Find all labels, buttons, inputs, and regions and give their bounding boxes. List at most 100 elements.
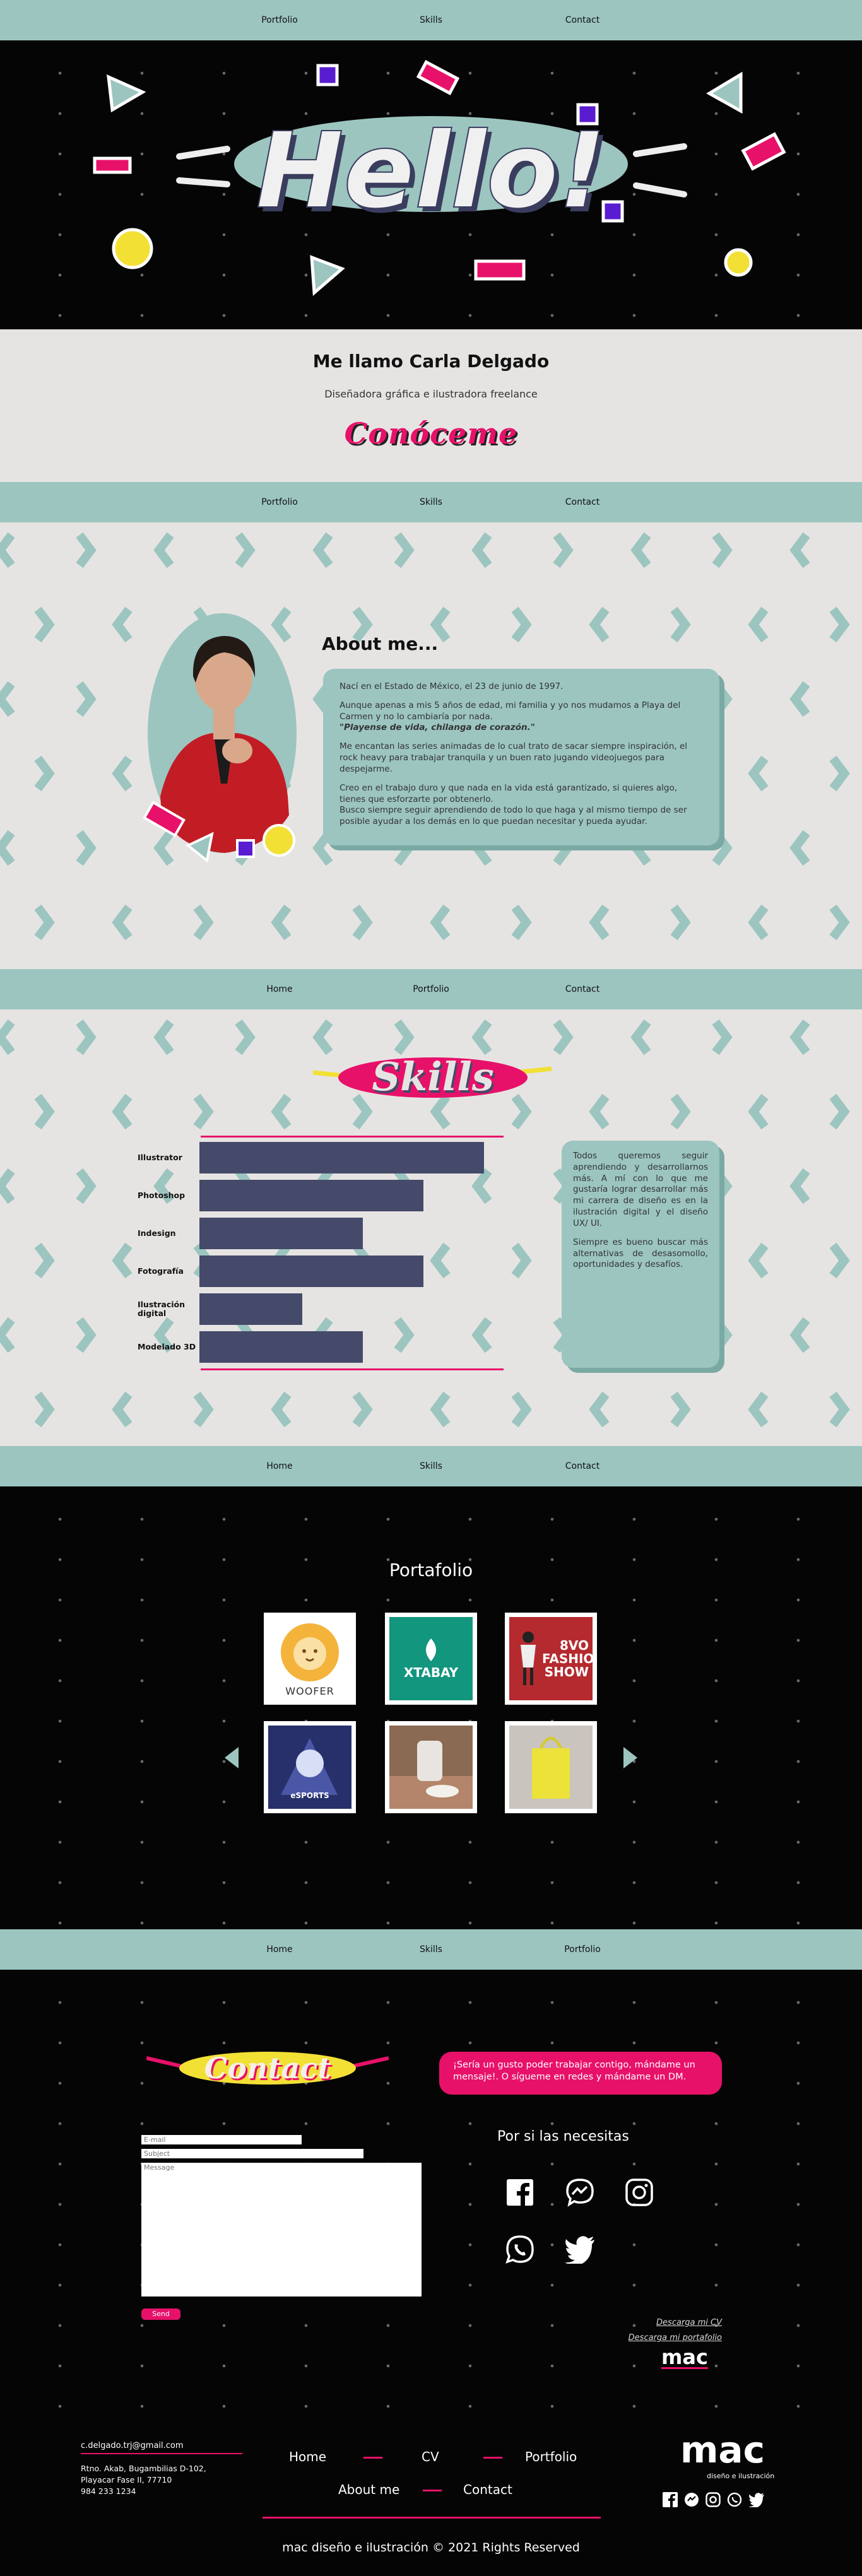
hero-headline-front: Hello! <box>256 110 606 232</box>
skills-nav: Home Portfolio Contact <box>0 969 862 1009</box>
nav-skills[interactable]: Skills <box>355 1461 507 1471</box>
download-cv-link[interactable]: Descarga mi CV <box>656 2318 722 2327</box>
subject-field[interactable] <box>141 2149 363 2158</box>
footer-logo: mac <box>680 2428 765 2471</box>
email-field[interactable] <box>141 2135 302 2144</box>
portfolio-item-xtabay[interactable]: XTABAY <box>385 1613 477 1705</box>
chevron-shape <box>34 606 55 643</box>
hero-section: Hello! Hello! <box>0 40 862 329</box>
chevron-shape <box>789 1019 810 1056</box>
portfolio-item-esports[interactable]: eSPORTS <box>264 1721 356 1813</box>
nav-home[interactable]: Home <box>204 1461 355 1471</box>
portfolio-nav: Home Skills Contact <box>0 1446 862 1486</box>
chevron-shape <box>430 1391 451 1428</box>
footer-link-contact[interactable]: Contact <box>463 2482 512 2497</box>
top-nav: Portfolio Skills Contact <box>0 0 862 40</box>
tote-bag-icon <box>532 1737 570 1799</box>
chevron-shape <box>712 532 733 568</box>
contact-message-bubble: ¡Sería un gusto poder trabajar contigo, … <box>439 2052 722 2095</box>
chevron-shape <box>789 1317 810 1353</box>
contact-logo: mac <box>661 2345 708 2369</box>
skills-banner: Skills Skills <box>313 1054 552 1102</box>
footer: c.delgado.trj@gmail.com Rtno. Akab, Buga… <box>0 2411 862 2576</box>
nav-portfolio[interactable]: Portfolio <box>355 984 507 994</box>
nav-home[interactable]: Home <box>204 1944 355 1955</box>
product-photo-icon <box>389 1741 473 1809</box>
skill-label: Illustrator <box>138 1152 182 1162</box>
facebook-icon[interactable] <box>663 2492 678 2507</box>
footer-email[interactable]: c.delgado.trj@gmail.com <box>81 2441 184 2450</box>
twitter-icon[interactable] <box>748 2492 765 2507</box>
nav-portfolio[interactable]: Portfolio <box>204 15 355 25</box>
about-paragraph: Nací en el Estado de México, el 23 de ju… <box>339 681 564 691</box>
chevron-shape <box>670 1391 691 1428</box>
nav-contact[interactable]: Contact <box>507 984 658 994</box>
chevron-shape <box>789 532 810 568</box>
skill-bar <box>199 1293 302 1325</box>
chevron-shape <box>670 904 691 941</box>
copyright: mac diseño e ilustración © 2021 Rights R… <box>282 2541 580 2555</box>
chevron-shape <box>0 532 15 568</box>
whatsapp-icon[interactable] <box>505 2235 534 2264</box>
portfolio-item-tote-bag[interactable] <box>505 1721 597 1813</box>
instagram-icon[interactable] <box>706 2492 721 2507</box>
chevron-shape <box>471 1168 492 1204</box>
message-field[interactable] <box>141 2163 422 2297</box>
footer-divider <box>81 2453 242 2454</box>
portfolio-item-product-photo[interactable] <box>385 1721 477 1813</box>
messenger-icon[interactable] <box>684 2492 699 2507</box>
nav-portfolio[interactable]: Portfolio <box>507 1944 658 1955</box>
contact-nav: Home Skills Portfolio <box>0 1929 862 1970</box>
footer-social-icons <box>663 2492 765 2507</box>
whatsapp-icon[interactable] <box>727 2492 742 2507</box>
footer-tagline: diseño e ilustración <box>707 2472 775 2480</box>
chevron-shape <box>511 1391 532 1428</box>
download-portfolio-link[interactable]: Descarga mi portafolio <box>629 2333 722 2343</box>
chevron-shape <box>748 606 769 643</box>
chevron-shape <box>829 755 850 792</box>
nav-home[interactable]: Home <box>204 984 355 994</box>
portfolio-title: Portafolio <box>389 1560 473 1580</box>
footer-link-portfolio[interactable]: Portfolio <box>525 2449 577 2464</box>
chevron-shape <box>235 532 256 568</box>
svg-text:Contact: Contact <box>204 2051 331 2085</box>
nav-skills[interactable]: Skills <box>355 1944 507 1955</box>
send-button[interactable]: Send <box>141 2308 180 2320</box>
nav-skills[interactable]: Skills <box>355 497 507 507</box>
chevron-shape <box>630 1019 651 1056</box>
footer-link-about[interactable]: About me <box>338 2482 399 2497</box>
carousel-prev-arrow-icon[interactable] <box>225 1747 239 1768</box>
chevron-shape <box>511 1242 532 1279</box>
chevron-shape <box>430 1242 451 1279</box>
skills-section: Skills Skills Illustrator Photoshop Indesi… <box>0 1009 862 1446</box>
chevron-shape <box>34 1242 55 1279</box>
instagram-icon[interactable] <box>625 2178 654 2207</box>
nav-contact[interactable]: Contact <box>507 15 658 25</box>
chevron-shape <box>670 1093 691 1130</box>
chevron-shape <box>0 681 15 717</box>
skill-label: Indesign <box>138 1228 176 1238</box>
footer-link-cv[interactable]: CV <box>422 2449 439 2464</box>
nav-contact[interactable]: Contact <box>507 1461 658 1471</box>
twitter-icon[interactable] <box>564 2235 596 2264</box>
footer-link-home[interactable]: Home <box>289 2449 326 2464</box>
chevron-shape <box>829 1093 850 1130</box>
nav-portfolio[interactable]: Portfolio <box>204 497 355 507</box>
portfolio-item-woofer[interactable]: WOOFER <box>264 1613 356 1705</box>
chevron-shape <box>271 904 292 941</box>
conoceme-button[interactable]: Conóceme <box>0 416 862 450</box>
nav-skills[interactable]: Skills <box>355 15 507 25</box>
portfolio-item-fashion-show[interactable]: 8VO FASHION SHOW <box>505 1613 597 1705</box>
footer-divider <box>363 2457 382 2459</box>
messenger-icon[interactable] <box>565 2178 594 2207</box>
about-paragraph: Creo en el trabajo duro y que nada en la… <box>339 782 687 827</box>
facebook-icon[interactable] <box>505 2178 534 2207</box>
intro-name: Me llamo Carla Delgado <box>312 351 550 372</box>
nav-contact[interactable]: Contact <box>507 497 658 507</box>
chevron-shape <box>511 904 532 941</box>
chevron-shape <box>34 1391 55 1428</box>
carousel-next-arrow-icon[interactable] <box>623 1747 637 1768</box>
social-heading: Por si las necesitas <box>497 2129 629 2144</box>
chevron-shape <box>789 830 810 866</box>
chevron-shape <box>712 1019 733 1056</box>
